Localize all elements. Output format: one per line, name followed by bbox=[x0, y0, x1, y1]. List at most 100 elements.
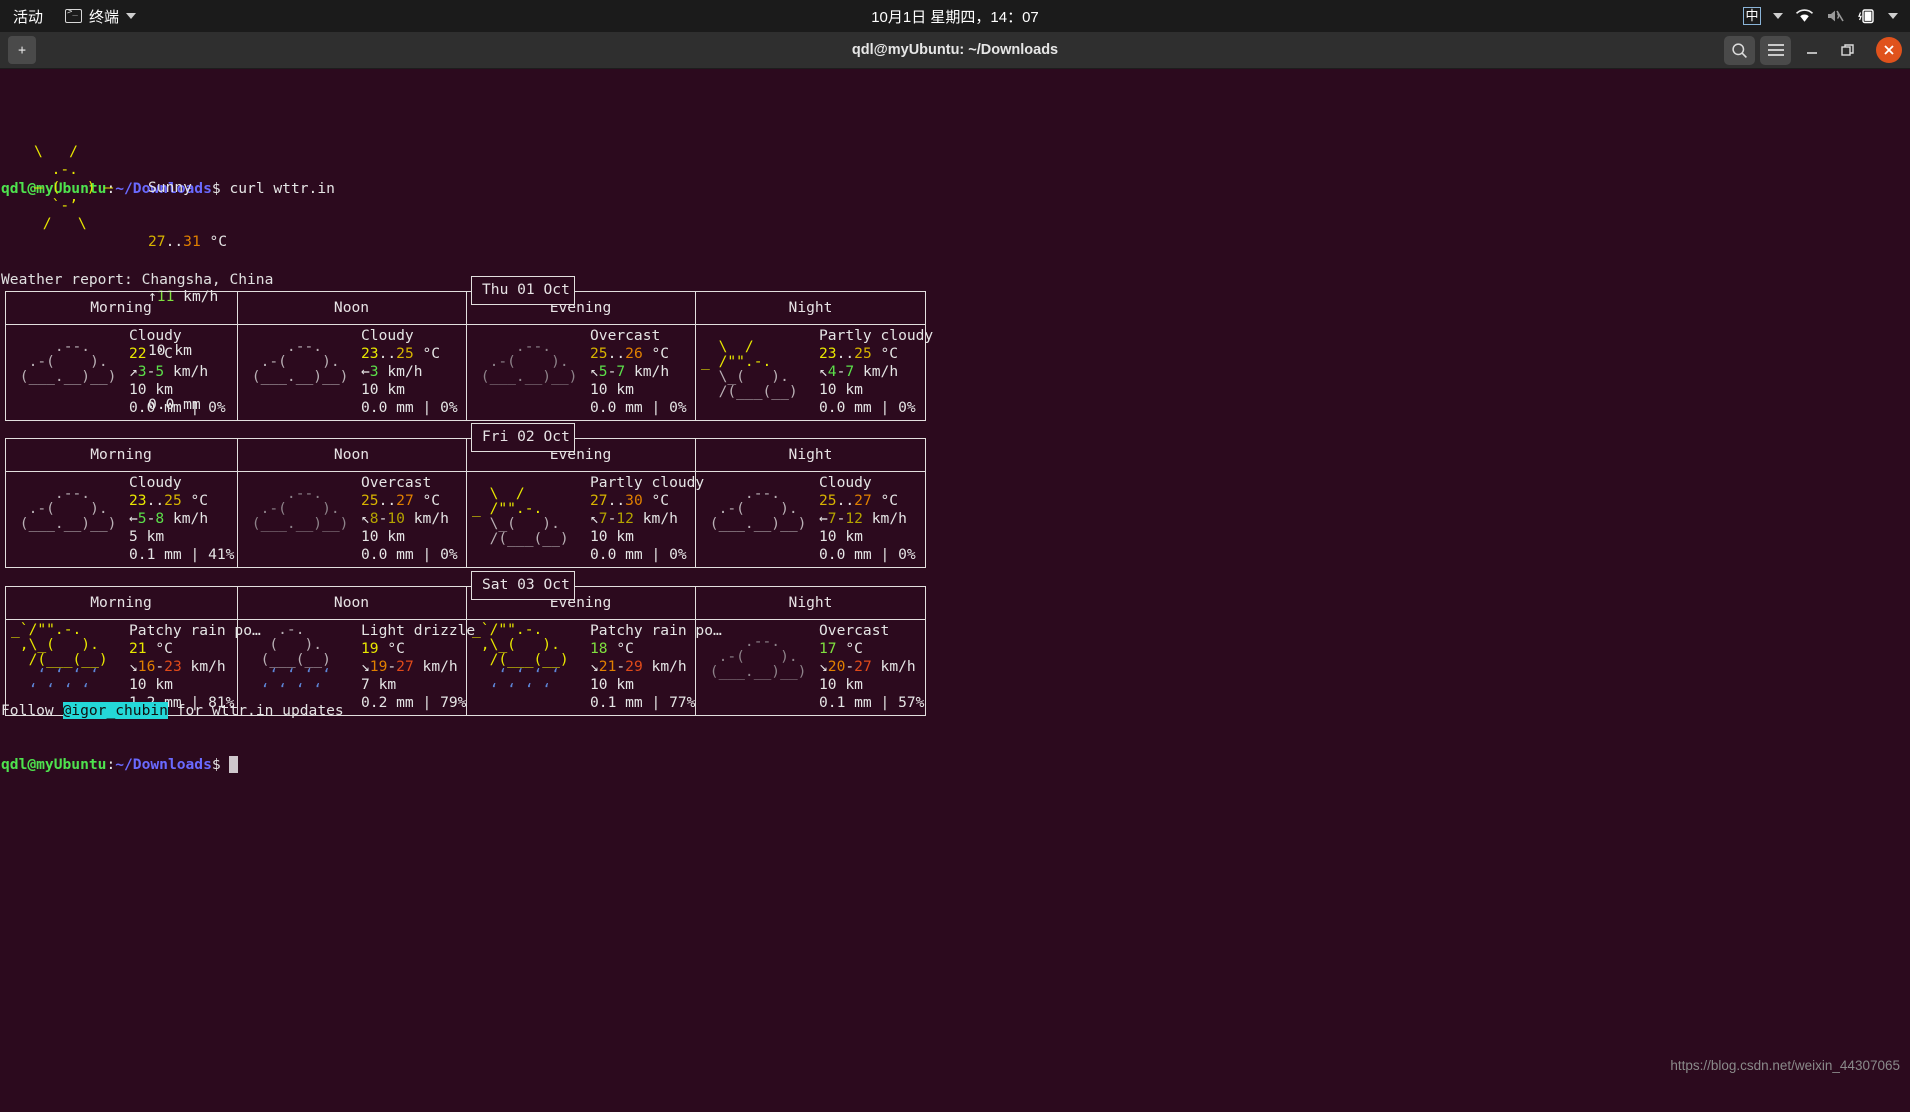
app-menu-label: 终端 bbox=[89, 8, 120, 26]
weather-condition-icon: .--. .-( ). (___.__)__) bbox=[701, 485, 807, 531]
weather-condition-icon: .--. .-( ). (___.__)__) bbox=[243, 338, 349, 384]
wind-speed-low: 19 bbox=[369, 658, 388, 676]
temperature-low: 19 bbox=[361, 640, 379, 658]
close-icon bbox=[1884, 45, 1894, 55]
temperature-low: 17 bbox=[819, 640, 837, 658]
search-icon bbox=[1732, 42, 1747, 58]
chevron-down-icon bbox=[126, 13, 137, 19]
ascii-art-line: /(___(__) bbox=[701, 383, 798, 400]
precipitation: 0.2 mm | 79% bbox=[361, 694, 467, 712]
search-button[interactable] bbox=[1724, 35, 1755, 65]
wind-speed-low: 3 bbox=[137, 363, 147, 381]
wind-direction-icon: ↖ bbox=[819, 363, 828, 381]
ascii-art-line: /(___(__) bbox=[472, 530, 569, 547]
condition-text: Cloudy bbox=[361, 327, 414, 344]
ascii-art-line: .--. bbox=[11, 485, 91, 502]
chevron-down-icon[interactable] bbox=[1773, 13, 1783, 19]
wind-speed-high: 7 bbox=[616, 363, 626, 381]
condition-text: Partly cloudy bbox=[590, 474, 705, 491]
hamburger-icon bbox=[1767, 44, 1784, 56]
system-status-area[interactable]: 中 bbox=[1743, 0, 1898, 32]
minimize-button[interactable] bbox=[1796, 36, 1827, 65]
typed-command: curl wttr.in bbox=[229, 180, 335, 198]
column-header-noon: Noon bbox=[333, 594, 370, 611]
wind-direction-icon: ↗ bbox=[129, 363, 138, 381]
visibility: 7 km bbox=[361, 676, 397, 694]
terminal-output-area[interactable]: qdl@myUbuntu:~/Downloads$ curl wttr.in W… bbox=[0, 101, 1910, 1112]
igor-chubin-handle[interactable]: @igor_chubin bbox=[62, 702, 168, 720]
ascii-art-line: .-. bbox=[243, 621, 305, 638]
hamburger-menu-button[interactable] bbox=[1760, 35, 1791, 65]
close-button[interactable] bbox=[1876, 37, 1902, 63]
precipitation: 0.0 mm | 0% bbox=[819, 546, 916, 564]
precipitation: 0.1 mm | 41% bbox=[129, 546, 235, 564]
wind-speed-high: 7 bbox=[845, 363, 855, 381]
visibility: 10 km bbox=[819, 381, 863, 399]
ascii-art-line: .-( ). bbox=[11, 500, 108, 517]
forecast-details: Cloudy 22 °C ↗3-5 km/h 10 km 0.0 mm | 0% bbox=[129, 327, 226, 417]
ascii-art-line: .--. bbox=[701, 485, 781, 502]
temperature-high: 25 bbox=[164, 492, 182, 510]
visibility: 5 km bbox=[129, 528, 165, 546]
condition-text: Cloudy bbox=[129, 327, 182, 344]
maximize-button[interactable] bbox=[1832, 36, 1863, 65]
current-weather-ascii-art: \ / .-. ― ( ) ― `-’ / \ bbox=[34, 143, 114, 233]
wind-speed-high: 12 bbox=[845, 510, 863, 528]
condition-text: Patchy rain po… bbox=[129, 622, 261, 639]
window-titlebar: + qdl@myUbuntu: ~/Downloads bbox=[0, 32, 1910, 69]
input-method-icon[interactable]: 中 bbox=[1743, 7, 1761, 25]
ascii-art-line: /(___(__) bbox=[11, 651, 108, 668]
terminal-prompt-line: qdl@myUbuntu:~/Downloads$ curl wttr.in bbox=[1, 180, 1910, 198]
wind-speed-low: 3 bbox=[369, 363, 379, 381]
weather-report-header: Weather report: Changsha, China bbox=[1, 270, 274, 288]
clock-label[interactable]: 10月1日 星期四，14：07 bbox=[871, 6, 1039, 27]
ascii-art-line: (___(__) bbox=[243, 651, 331, 668]
temperature-low: 25 bbox=[590, 345, 608, 363]
ascii-art-line: (___.__)__) bbox=[701, 663, 807, 680]
wind-speed-high: 27 bbox=[396, 658, 414, 676]
ascii-art-line: \ / bbox=[701, 338, 754, 355]
condition-text: Overcast bbox=[590, 327, 661, 344]
temperature-low: 25 bbox=[361, 492, 379, 510]
visibility: 10 km bbox=[129, 381, 173, 399]
ascii-art-line: .-( ). bbox=[701, 500, 798, 517]
condition-text: Light drizzle bbox=[361, 622, 476, 639]
ascii-art-line: .--. bbox=[11, 338, 91, 355]
column-header-morning: Morning bbox=[90, 594, 152, 611]
wind-speed-low: 8 bbox=[369, 510, 379, 528]
forecast-details: Overcast 17 °C ↘20-27 km/h 10 km 0.1 mm | 57… bbox=[819, 622, 925, 712]
current-temp-high: 31 bbox=[183, 233, 201, 251]
precipitation: 0.0 mm | 0% bbox=[590, 546, 687, 564]
condition-text: Overcast bbox=[819, 622, 890, 639]
wind-speed-low: 7 bbox=[598, 510, 608, 528]
weather-condition-icon: .--. .-( ). (___.__)__) bbox=[701, 634, 807, 680]
temperature-high: 25 bbox=[396, 345, 414, 363]
column-header-morning: Morning bbox=[90, 299, 152, 316]
precipitation: 0.0 mm | 0% bbox=[361, 546, 458, 564]
temperature-low: 25 bbox=[819, 492, 837, 510]
ascii-art-line: .-( ). bbox=[243, 353, 340, 370]
activities-button[interactable]: 活动 bbox=[13, 6, 43, 27]
wind-speed-high: 29 bbox=[625, 658, 643, 676]
ascii-art-line: .--. bbox=[243, 338, 323, 355]
temperature-low: 27 bbox=[590, 492, 608, 510]
precipitation: 0.0 mm | 0% bbox=[819, 399, 916, 417]
wind-direction-icon: ↖ bbox=[361, 510, 370, 528]
wind-speed-high: 10 bbox=[387, 510, 405, 528]
ascii-art-line: ( ). bbox=[243, 636, 323, 653]
temperature-low: 18 bbox=[590, 640, 608, 658]
ascii-art-line: (___.__)__) bbox=[243, 515, 349, 532]
condition-text: Cloudy bbox=[819, 474, 872, 491]
forecast-details: Partly cloudy 23..25 °C ↖4-7 km/h 10 km 0.0 … bbox=[819, 327, 934, 417]
visibility: 10 km bbox=[590, 381, 634, 399]
chevron-down-icon[interactable] bbox=[1888, 13, 1898, 19]
app-menu-terminal[interactable]: 终端 bbox=[65, 6, 137, 27]
ascii-art-line: /(___(__) bbox=[472, 651, 569, 668]
battery-icon bbox=[1858, 9, 1874, 24]
wind-speed-low: 4 bbox=[827, 363, 837, 381]
forecast-details: Cloudy 23..25 °C ←3 km/h 10 km 0.0 mm | 0% bbox=[361, 327, 458, 417]
temperature-low: 23 bbox=[361, 345, 379, 363]
current-condition: Sunny bbox=[148, 179, 192, 197]
visibility: 10 km bbox=[819, 528, 863, 546]
weather-condition-icon: \ / _ /"".-. \_( ). /(___(__) bbox=[472, 486, 569, 546]
